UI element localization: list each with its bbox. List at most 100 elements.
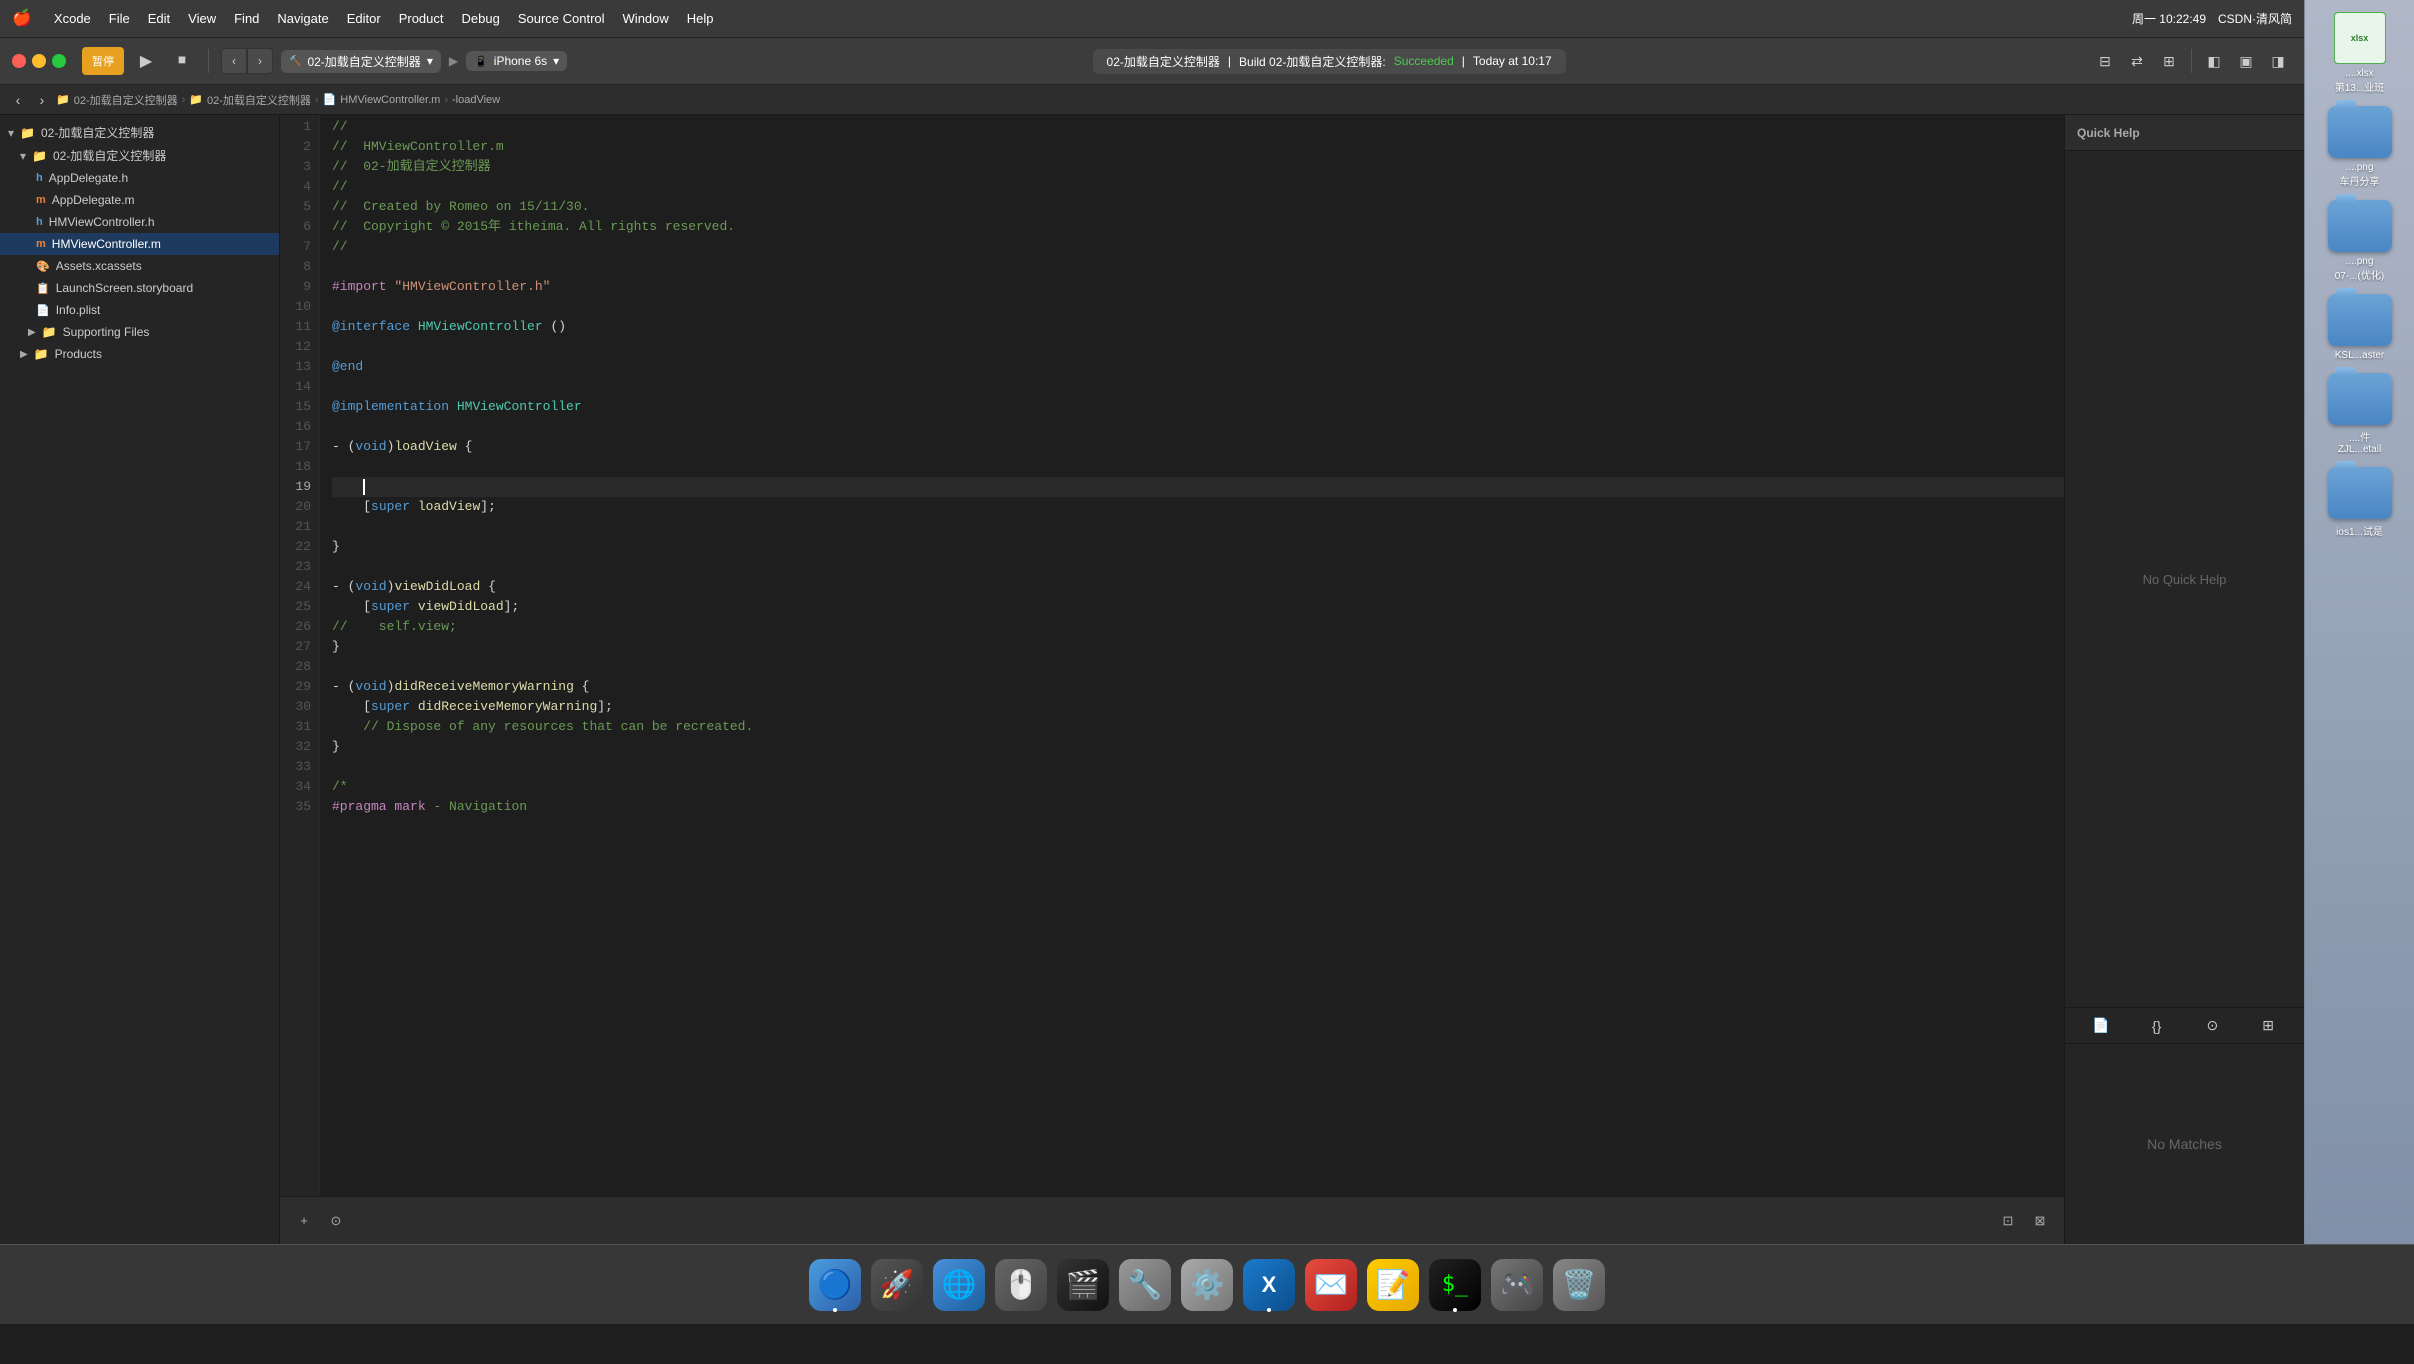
dock-xcode[interactable]: X xyxy=(1240,1256,1298,1314)
folder-ksl xyxy=(2328,294,2392,346)
dock-launchpad[interactable]: 🚀 xyxy=(868,1256,926,1314)
menu-file[interactable]: File xyxy=(109,11,130,26)
sidebar-products[interactable]: ▶ 📁 Products xyxy=(0,343,279,365)
sidebar-file-hmvc-m[interactable]: m HMViewController.m xyxy=(0,233,279,255)
menu-debug[interactable]: Debug xyxy=(462,11,500,26)
xcode-active-dot xyxy=(1267,1308,1271,1312)
panel-circle-icon[interactable]: ⊙ xyxy=(2198,1012,2226,1040)
nav-buttons: ‹ › xyxy=(221,48,273,74)
view-debug-btn[interactable]: ▣ xyxy=(2232,47,2260,75)
menu-window[interactable]: Window xyxy=(623,11,669,26)
dock-safari[interactable]: 🌐 xyxy=(930,1256,988,1314)
filter-button[interactable]: ⊙ xyxy=(324,1209,348,1233)
menu-xcode[interactable]: Xcode xyxy=(54,11,91,26)
dock-game[interactable]: 🎮 xyxy=(1488,1256,1546,1314)
menu-view[interactable]: View xyxy=(188,11,216,26)
view-utility-btn[interactable]: ◨ xyxy=(2264,47,2292,75)
menubar-input-method[interactable]: CSDN·清风简 xyxy=(2218,10,2292,27)
dock-finder[interactable]: 🔵 xyxy=(806,1256,864,1314)
sidebar-supporting-files[interactable]: ▶ 📁 Supporting Files xyxy=(0,321,279,343)
menu-navigate[interactable]: Navigate xyxy=(277,11,328,26)
code-line-5: // Created by Romeo on 15/11/30. xyxy=(332,197,2064,217)
desktop-item-ios1[interactable]: ios1...试是 xyxy=(2309,463,2410,542)
minimize-button[interactable] xyxy=(32,54,46,68)
breadcrumb-item-3[interactable]: -loadView xyxy=(452,94,500,106)
code-content[interactable]: // // HMViewController.m // 02-加载自定义控制器 … xyxy=(320,115,2064,1196)
bottom-right-btn1[interactable]: ⊡ xyxy=(1996,1209,2020,1233)
breadcrumb-item-2[interactable]: 📄 HMViewController.m xyxy=(323,93,441,106)
maximize-button[interactable] xyxy=(52,54,66,68)
back-button[interactable]: ‹ xyxy=(221,48,247,74)
breadcrumb-item-1[interactable]: 📁 02-加载自定义控制器 xyxy=(189,92,311,108)
scheme-selector[interactable]: 🔨 02-加载自定义控制器 ▾ xyxy=(281,50,441,73)
menu-source-control[interactable]: Source Control xyxy=(518,11,605,26)
dock-tools[interactable]: 🔧 xyxy=(1116,1256,1174,1314)
stop-button[interactable]: ⏹ xyxy=(168,47,196,75)
dock-notes[interactable]: 📝 xyxy=(1364,1256,1422,1314)
right-panel: Quick Help No Quick Help 📄 {} ⊙ ⊞ No Mat… xyxy=(2064,115,2304,1244)
menu-editor[interactable]: Editor xyxy=(347,11,381,26)
desktop-item-xlsx[interactable]: xlsx ....xlsx第13...业班 xyxy=(2309,8,2410,98)
dock-terminal[interactable]: $_ xyxy=(1426,1256,1484,1314)
dock-preferences[interactable]: ⚙️ xyxy=(1178,1256,1236,1314)
folder-icon: 📁 xyxy=(56,93,70,106)
breadcrumb-sep-2: › xyxy=(444,94,448,106)
menu-find[interactable]: Find xyxy=(234,11,259,26)
editor-version-btn[interactable]: ⊞ xyxy=(2155,47,2183,75)
code-line-27: } xyxy=(332,637,2064,657)
code-line-10 xyxy=(332,297,2064,317)
panel-grid-icon[interactable]: ⊞ xyxy=(2254,1012,2282,1040)
menu-edit[interactable]: Edit xyxy=(148,11,170,26)
sidebar-group[interactable]: ▾ 📁 02-加载自定义控制器 xyxy=(0,144,279,167)
menu-product[interactable]: Product xyxy=(399,11,444,26)
storyboard-icon: 📋 xyxy=(36,282,50,295)
desktop-item-ksl[interactable]: KSL...aster xyxy=(2309,290,2410,365)
desktop-item-chadan[interactable]: ....png车丹分享 xyxy=(2309,102,2410,192)
forward-button[interactable]: › xyxy=(247,48,273,74)
breadcrumb-nav-right[interactable]: › xyxy=(32,90,52,110)
editor-assistant-btn[interactable]: ⇄ xyxy=(2123,47,2151,75)
device-selector[interactable]: 📱 iPhone 6s ▾ xyxy=(466,51,567,71)
menu-help[interactable]: Help xyxy=(687,11,714,26)
quick-help-body: No Quick Help xyxy=(2065,151,2304,1007)
code-line-21 xyxy=(332,517,2064,537)
desktop-label-optimize: ....png07-...(优化) xyxy=(2335,256,2384,282)
code-editor[interactable]: 1 2 3 4 5 6 7 8 9 10 11 12 13 14 xyxy=(280,115,2064,1196)
panel-file-icon[interactable]: 📄 xyxy=(2087,1012,2115,1040)
add-button[interactable]: + xyxy=(292,1209,316,1233)
dock-mouse[interactable]: 🖱️ xyxy=(992,1256,1050,1314)
sidebar-file-appdelegate-m[interactable]: m AppDelegate.m xyxy=(0,189,279,211)
apple-menu[interactable]: 🍎 xyxy=(12,8,32,28)
dock-trash[interactable]: 🗑️ xyxy=(1550,1256,1608,1314)
terminal-icon: $_ xyxy=(1429,1259,1481,1311)
stop-label-btn[interactable]: 暂停 xyxy=(82,47,124,75)
code-line-2: // HMViewController.m xyxy=(332,137,2064,157)
finder-icon: 🔵 xyxy=(809,1259,861,1311)
sidebar-root[interactable]: ▾ 📁 02-加载自定义控制器 xyxy=(0,121,279,144)
close-button[interactable] xyxy=(12,54,26,68)
desktop-item-zjl[interactable]: ....件ZJL...etail xyxy=(2309,369,2410,459)
sidebar-file-assets[interactable]: 🎨 Assets.xcassets xyxy=(0,255,279,277)
editor-standard-btn[interactable]: ⊟ xyxy=(2091,47,2119,75)
view-navigator-btn[interactable]: ◧ xyxy=(2200,47,2228,75)
sidebar-file-infoplist[interactable]: 📄 Info.plist xyxy=(0,299,279,321)
breadcrumb-nav-left[interactable]: ‹ xyxy=(8,90,28,110)
code-line-15: @implementation HMViewController xyxy=(332,397,2064,417)
sidebar-file-launchscreen[interactable]: 📋 LaunchScreen.storyboard xyxy=(0,277,279,299)
dock-mindnode[interactable]: ✉️ xyxy=(1302,1256,1360,1314)
desktop-label-ios1: ios1...试是 xyxy=(2336,523,2383,538)
dock-media[interactable]: 🎬 xyxy=(1054,1256,1112,1314)
code-line-3: // 02-加载自定义控制器 xyxy=(332,157,2064,177)
breadcrumb-item-0[interactable]: 📁 02-加载自定义控制器 xyxy=(56,92,178,108)
panel-curly-icon[interactable]: {} xyxy=(2143,1012,2171,1040)
sidebar-file-appdelegate-h[interactable]: h AppDelegate.h xyxy=(0,167,279,189)
launchpad-icon: 🚀 xyxy=(871,1259,923,1311)
mindnode-icon: ✉️ xyxy=(1305,1259,1357,1311)
file-h2-icon: h xyxy=(36,216,43,228)
desktop-label-zjl: ....件ZJL...etail xyxy=(2338,429,2381,455)
breadcrumb-sep-1: › xyxy=(315,94,319,106)
run-button[interactable]: ▶ xyxy=(132,47,160,75)
bottom-right-btn2[interactable]: ⊠ xyxy=(2028,1209,2052,1233)
desktop-item-optimize[interactable]: ....png07-...(优化) xyxy=(2309,196,2410,286)
sidebar-file-hmvc-h[interactable]: h HMViewController.h xyxy=(0,211,279,233)
